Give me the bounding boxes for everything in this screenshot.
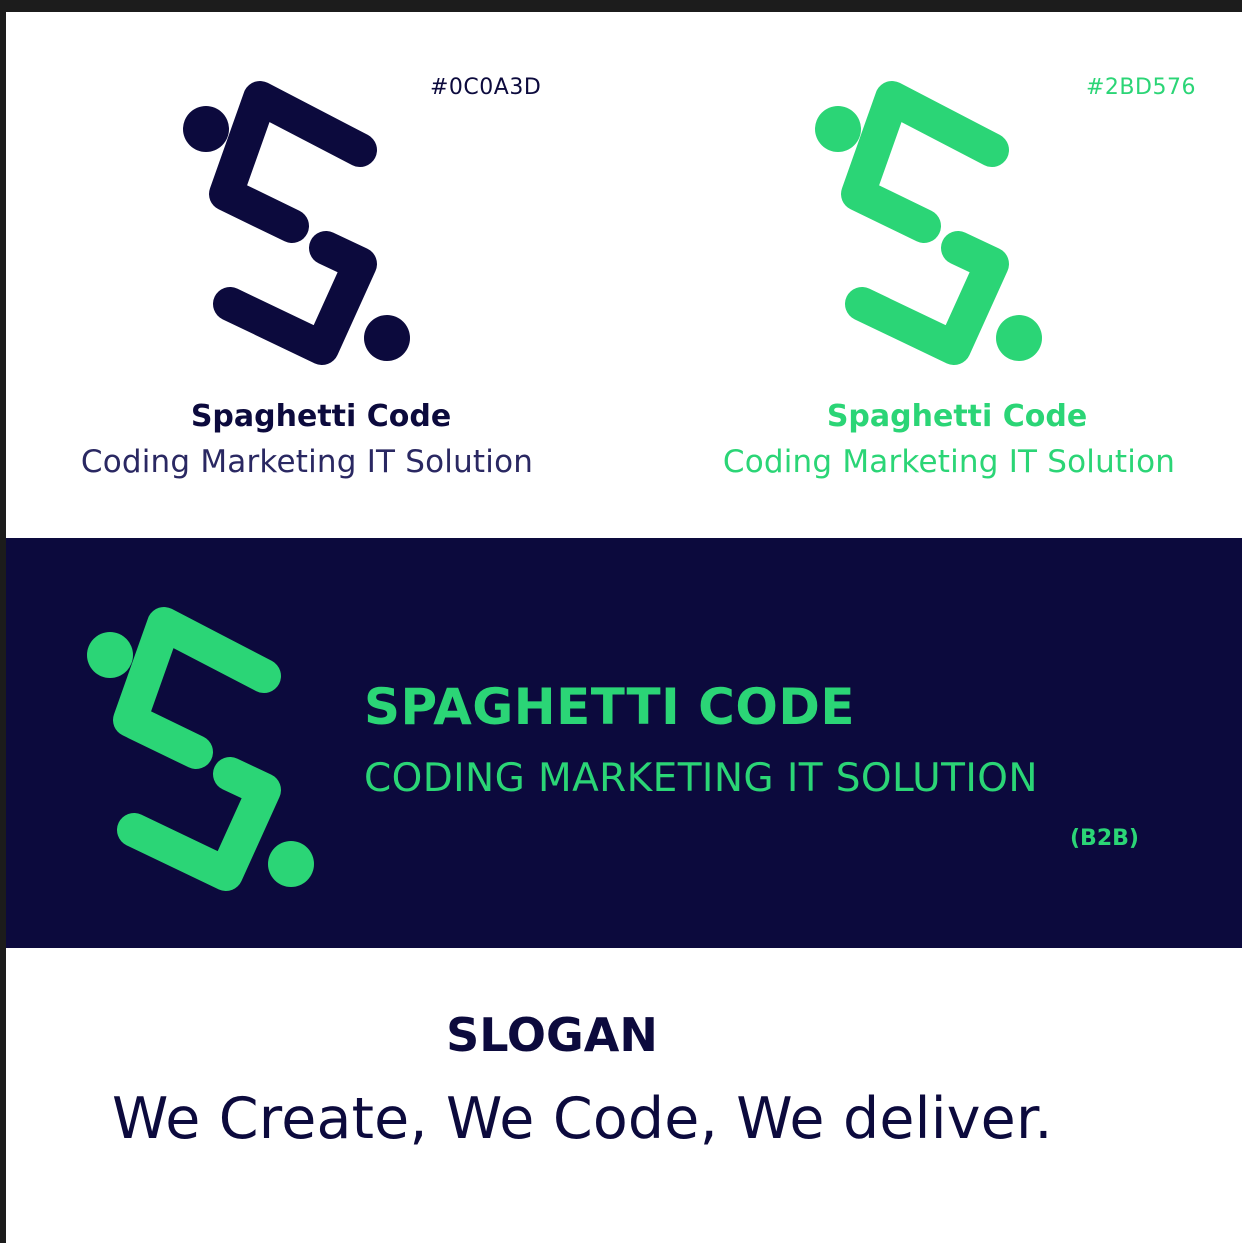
banner-title: SPAGHETTI CODE (364, 678, 856, 736)
color-code-navy: #0C0A3D (430, 75, 542, 100)
spaghetti-code-logo-mark (87, 607, 314, 891)
slogan-section: SLOGAN We Create, We Code, We deliver. (6, 948, 1242, 1243)
b2b-badge: (B2B) (1070, 826, 1139, 851)
brand-name: Spaghetti Code (826, 399, 1088, 434)
brand-name: Spaghetti Code (190, 399, 452, 434)
brand-tagline: Coding Marketing IT Solution (722, 444, 1176, 480)
logo-variants: #0C0A3D Spaghetti Code Coding Marketing … (6, 12, 1242, 538)
logo-variant-green: #2BD576 Spaghetti Code Coding Marketing … (624, 12, 1242, 538)
color-code-green: #2BD576 (1086, 75, 1196, 100)
image-frame: #0C0A3D Spaghetti Code Coding Marketing … (0, 0, 1242, 1243)
brand-tagline: Coding Marketing IT Solution (80, 444, 534, 480)
spaghetti-code-logo-mark (815, 81, 1042, 365)
logo-variant-navy: #0C0A3D Spaghetti Code Coding Marketing … (6, 12, 624, 538)
brand-sheet: #0C0A3D Spaghetti Code Coding Marketing … (6, 12, 1242, 1243)
logo-banner: SPAGHETTI CODE CODING MARKETING IT SOLUT… (6, 538, 1242, 948)
banner-subtitle: CODING MARKETING IT SOLUTION (364, 756, 1038, 801)
slogan-text: We Create, We Code, We deliver. (112, 1086, 1053, 1152)
spaghetti-code-logo-mark (183, 81, 410, 365)
slogan-heading: SLOGAN (446, 1008, 658, 1062)
